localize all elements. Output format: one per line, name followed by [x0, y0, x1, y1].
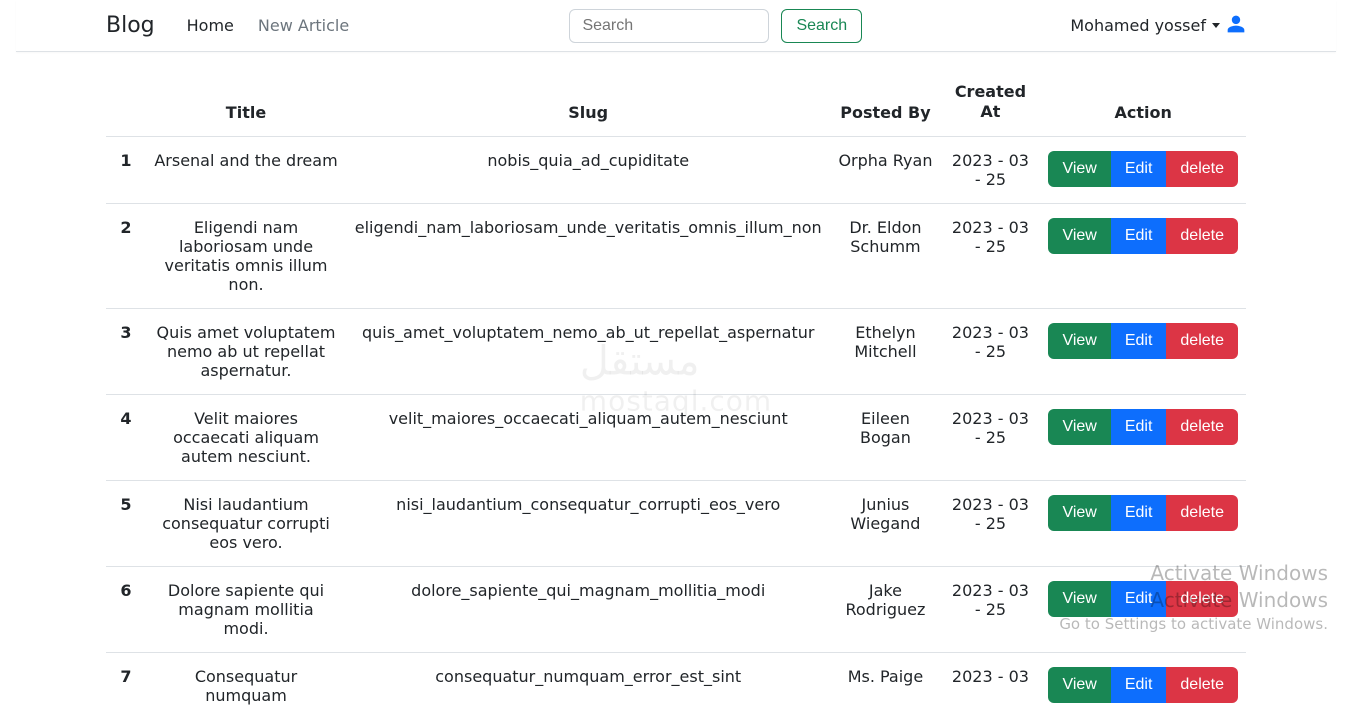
row-slug: velit_maiores_occaecati_aliquam_autem_ne… — [346, 395, 830, 481]
col-title: Title — [146, 72, 346, 137]
row-index: 7 — [106, 653, 146, 719]
user-icon[interactable] — [1226, 14, 1246, 38]
view-button[interactable]: View — [1048, 495, 1110, 531]
username-label: Mohamed yossef — [1070, 16, 1206, 35]
row-actions: ViewEditdelete — [1040, 137, 1246, 204]
row-actions: ViewEditdelete — [1040, 204, 1246, 309]
row-actions: ViewEditdelete — [1040, 309, 1246, 395]
table-row: 4Velit maiores occaecati aliquam autem n… — [106, 395, 1246, 481]
row-index: 1 — [106, 137, 146, 204]
row-index: 2 — [106, 204, 146, 309]
view-button[interactable]: View — [1048, 151, 1110, 187]
row-posted-by: Ms. Paige — [830, 653, 940, 719]
row-created-at: 2023 - 03 - 25 — [940, 204, 1040, 309]
view-button[interactable]: View — [1048, 581, 1110, 617]
caret-down-icon — [1212, 23, 1220, 28]
edit-button[interactable]: Edit — [1111, 151, 1167, 187]
table-row: 1Arsenal and the dreamnobis_quia_ad_cupi… — [106, 137, 1246, 204]
user-menu-toggle[interactable]: Mohamed yossef — [1070, 16, 1220, 35]
row-slug: nobis_quia_ad_cupiditate — [346, 137, 830, 204]
edit-button[interactable]: Edit — [1111, 581, 1167, 617]
row-posted-by: Orpha Ryan — [830, 137, 940, 204]
nav-new-article[interactable]: New Article — [246, 8, 361, 43]
row-slug: consequatur_numquam_error_est_sint — [346, 653, 830, 719]
row-created-at: 2023 - 03 - 25 — [940, 395, 1040, 481]
col-slug: Slug — [346, 72, 830, 137]
table-row: 2Eligendi nam laboriosam unde veritatis … — [106, 204, 1246, 309]
col-index — [106, 72, 146, 137]
nav-home[interactable]: Home — [175, 8, 246, 43]
row-index: 5 — [106, 481, 146, 567]
row-title: Eligendi nam laboriosam unde veritatis o… — [146, 204, 346, 309]
view-button[interactable]: View — [1048, 323, 1110, 359]
row-index: 3 — [106, 309, 146, 395]
navbar: Blog Home New Article Search Mohamed yos… — [16, 0, 1336, 52]
row-slug: quis_amet_voluptatem_nemo_ab_ut_repellat… — [346, 309, 830, 395]
col-action: Action — [1040, 72, 1246, 137]
row-title: Arsenal and the dream — [146, 137, 346, 204]
row-created-at: 2023 - 03 - 25 — [940, 309, 1040, 395]
row-title: Dolore sapiente qui magnam mollitia modi… — [146, 567, 346, 653]
delete-button[interactable]: delete — [1166, 218, 1238, 254]
row-title: Velit maiores occaecati aliquam autem ne… — [146, 395, 346, 481]
brand[interactable]: Blog — [106, 13, 155, 38]
edit-button[interactable]: Edit — [1111, 409, 1167, 445]
row-posted-by: Eileen Bogan — [830, 395, 940, 481]
search-button[interactable]: Search — [781, 9, 862, 43]
row-index: 6 — [106, 567, 146, 653]
row-created-at: 2023 - 03 - 25 — [940, 481, 1040, 567]
row-posted-by: Jake Rodriguez — [830, 567, 940, 653]
view-button[interactable]: View — [1048, 667, 1110, 703]
row-posted-by: Dr. Eldon Schumm — [830, 204, 940, 309]
delete-button[interactable]: delete — [1166, 581, 1238, 617]
delete-button[interactable]: delete — [1166, 323, 1238, 359]
row-posted-by: Ethelyn Mitchell — [830, 309, 940, 395]
view-button[interactable]: View — [1048, 218, 1110, 254]
table-row: 6Dolore sapiente qui magnam mollitia mod… — [106, 567, 1246, 653]
delete-button[interactable]: delete — [1166, 667, 1238, 703]
row-created-at: 2023 - 03 — [940, 653, 1040, 719]
row-actions: ViewEditdelete — [1040, 395, 1246, 481]
search-input[interactable] — [569, 9, 769, 43]
row-actions: ViewEditdelete — [1040, 481, 1246, 567]
row-actions: ViewEditdelete — [1040, 653, 1246, 719]
row-title: Consequatur numquam — [146, 653, 346, 719]
row-posted-by: Junius Wiegand — [830, 481, 940, 567]
edit-button[interactable]: Edit — [1111, 323, 1167, 359]
row-slug: nisi_laudantium_consequatur_corrupti_eos… — [346, 481, 830, 567]
col-created-at-l2: At — [980, 102, 1000, 121]
delete-button[interactable]: delete — [1166, 495, 1238, 531]
col-created-at-l1: Created — [955, 82, 1026, 101]
row-slug: eligendi_nam_laboriosam_unde_veritatis_o… — [346, 204, 830, 309]
row-title: Nisi laudantium consequatur corrupti eos… — [146, 481, 346, 567]
edit-button[interactable]: Edit — [1111, 218, 1167, 254]
row-actions: ViewEditdelete — [1040, 567, 1246, 653]
articles-table: Title Slug Posted By Created At Action 1… — [106, 72, 1246, 719]
row-slug: dolore_sapiente_qui_magnam_mollitia_modi — [346, 567, 830, 653]
edit-button[interactable]: Edit — [1111, 495, 1167, 531]
table-row: 3Quis amet voluptatem nemo ab ut repella… — [106, 309, 1246, 395]
view-button[interactable]: View — [1048, 409, 1110, 445]
table-row: 5Nisi laudantium consequatur corrupti eo… — [106, 481, 1246, 567]
col-posted-by: Posted By — [830, 72, 940, 137]
row-created-at: 2023 - 03 - 25 — [940, 137, 1040, 204]
row-title: Quis amet voluptatem nemo ab ut repellat… — [146, 309, 346, 395]
row-created-at: 2023 - 03 - 25 — [940, 567, 1040, 653]
row-index: 4 — [106, 395, 146, 481]
col-created-at: Created At — [940, 72, 1040, 137]
delete-button[interactable]: delete — [1166, 151, 1238, 187]
table-row: 7Consequatur numquamconsequatur_numquam_… — [106, 653, 1246, 719]
delete-button[interactable]: delete — [1166, 409, 1238, 445]
edit-button[interactable]: Edit — [1111, 667, 1167, 703]
main-container: Title Slug Posted By Created At Action 1… — [76, 52, 1276, 719]
